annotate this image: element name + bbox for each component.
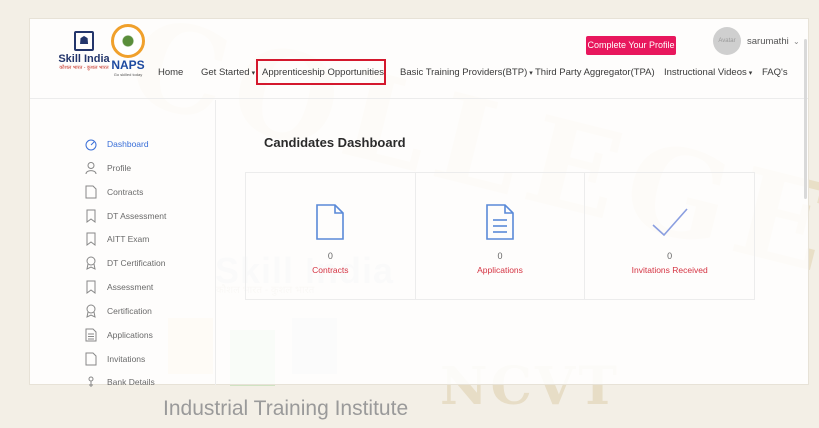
document-lines-icon — [85, 328, 97, 342]
sidebar-item-label: Assessment — [107, 282, 154, 292]
username-label[interactable]: sarumathi — [747, 36, 789, 47]
nav-instructional-videos[interactable]: Instructional Videos ▾ — [664, 67, 752, 78]
naps-emblem-icon — [111, 24, 145, 58]
sidebar-item-dt-assessment[interactable]: DT Assessment — [85, 208, 166, 224]
chevron-down-icon[interactable]: ⌄ — [793, 37, 800, 46]
nav-home[interactable]: Home — [158, 67, 183, 78]
document-lines-icon — [416, 203, 585, 241]
sidebar-item-label: DT Certification — [107, 258, 166, 268]
sidebar-item-profile[interactable]: Profile — [85, 160, 131, 176]
sidebar-item-bank-details[interactable]: Bank Details — [85, 374, 155, 390]
award-icon — [85, 304, 97, 318]
sidebar-item-label: Certification — [107, 306, 152, 316]
sidebar-item-label: Dashboard — [107, 139, 149, 149]
bookmark-icon — [85, 232, 97, 246]
chevron-down-icon: ▾ — [748, 70, 753, 77]
sidebar-item-certification[interactable]: Certification — [85, 303, 152, 319]
dashboard-icon — [85, 137, 97, 151]
skill-india-logo-title: Skill India — [58, 53, 110, 65]
stats-panel: 0 Contracts 0 Applications 0 Invitations… — [245, 172, 755, 300]
sidebar-item-label: Contracts — [107, 187, 144, 197]
avatar[interactable]: Avatar — [713, 27, 741, 55]
skill-india-logo[interactable]: ☗ Skill India कौशल भारत - कुशल भारत — [54, 29, 114, 89]
stat-value: 0 — [327, 251, 333, 261]
naps-logo-sub: Go skilled today — [113, 72, 143, 77]
stat-label: Contracts — [312, 265, 349, 275]
sidebar-item-label: Invitations — [107, 354, 146, 364]
bookmark-icon — [85, 209, 97, 223]
nav-faqs[interactable]: FAQ's — [762, 67, 788, 78]
nav-get-started-label: Get Started — [201, 67, 250, 78]
document-icon — [246, 203, 415, 241]
scrollbar[interactable] — [804, 39, 807, 199]
stat-label: Applications — [477, 265, 523, 275]
nav-btp[interactable]: Basic Training Providers(BTP) ▾ — [400, 67, 533, 78]
stat-value: 0 — [667, 251, 673, 261]
skill-india-logo-sub: कौशल भारत - कुशल भारत — [59, 65, 109, 71]
sidebar: Dashboard Profile Contracts DT Assessmen… — [30, 100, 216, 387]
naps-logo-title: NAPS — [111, 58, 145, 72]
stat-applications[interactable]: 0 Applications — [416, 173, 586, 299]
sidebar-item-label: DT Assessment — [107, 211, 167, 221]
sidebar-item-aitt-exam[interactable]: AITT Exam — [85, 231, 149, 247]
award-icon — [85, 256, 97, 270]
sidebar-item-label: Profile — [107, 163, 132, 173]
sidebar-item-label: AITT Exam — [107, 234, 150, 244]
sidebar-item-contracts[interactable]: Contracts — [85, 184, 143, 200]
sidebar-item-assessment[interactable]: Assessment — [85, 279, 153, 295]
bookmark-icon — [85, 280, 97, 294]
document-icon — [85, 352, 97, 366]
bank-icon — [85, 375, 97, 389]
chevron-down-icon: ▾ — [529, 70, 533, 77]
sidebar-item-applications[interactable]: Applications — [85, 327, 153, 343]
sidebar-item-dashboard[interactable]: Dashboard — [85, 136, 149, 152]
complete-profile-button[interactable]: Complete Your Profile — [586, 36, 676, 55]
stat-invitations-received[interactable]: 0 Invitations Received — [585, 173, 754, 299]
checkmark-icon — [585, 203, 754, 241]
dashboard-card: ☗ Skill India कौशल भारत - कुशल भारत NAPS… — [29, 18, 809, 387]
nav-tpa[interactable]: Third Party Aggregator(TPA) — [535, 67, 655, 78]
emblem-icon: ☗ — [74, 31, 94, 51]
user-icon — [85, 161, 97, 175]
highlight-box — [256, 59, 386, 85]
top-navbar: ☗ Skill India कौशल भारत - कुशल भारत NAPS… — [30, 19, 808, 199]
nav-instructional-videos-label: Instructional Videos — [664, 67, 747, 78]
sidebar-item-dt-certification[interactable]: DT Certification — [85, 255, 165, 271]
chevron-down-icon: ▾ — [251, 70, 256, 77]
watermark-iti-text: Industrial Training Institute — [163, 397, 409, 420]
stat-label: Invitations Received — [631, 265, 708, 275]
nav-btp-label: Basic Training Providers(BTP) — [400, 67, 528, 78]
sidebar-item-invitations[interactable]: Invitations — [85, 351, 145, 367]
naps-logo[interactable]: NAPS Go skilled today — [106, 24, 150, 89]
sidebar-item-label: Applications — [107, 330, 153, 340]
page-title: Candidates Dashboard — [264, 135, 406, 150]
document-icon — [85, 185, 97, 199]
stat-value: 0 — [497, 251, 503, 261]
sidebar-item-label: Bank Details — [107, 377, 155, 387]
stat-contracts[interactable]: 0 Contracts — [246, 173, 416, 299]
nav-get-started[interactable]: Get Started ▾ — [201, 67, 255, 78]
